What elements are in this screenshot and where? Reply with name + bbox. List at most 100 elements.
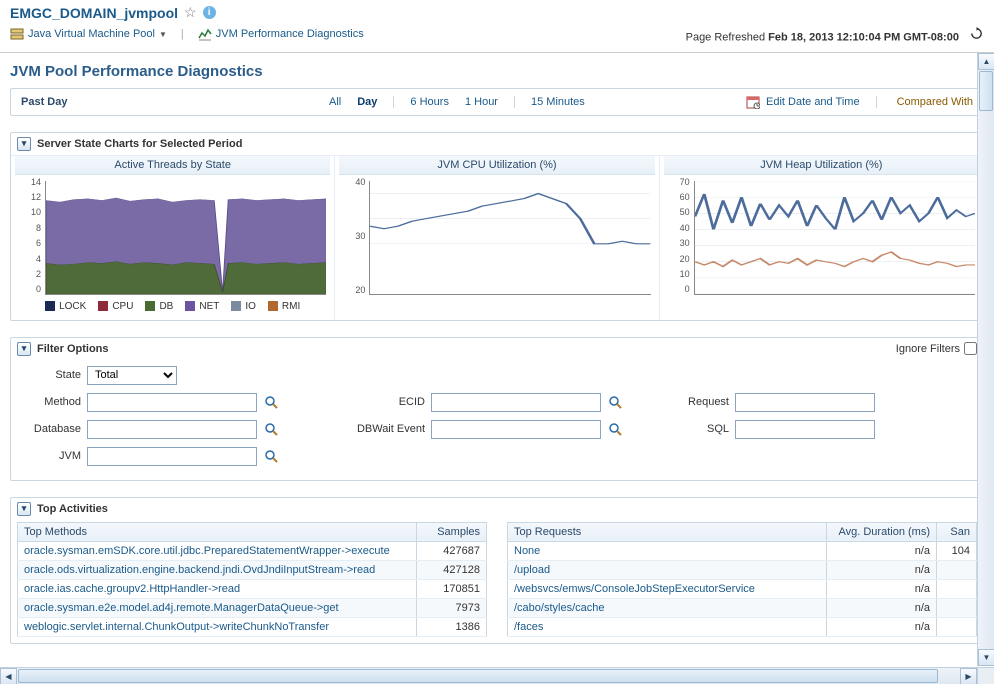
edit-date-time[interactable]: Edit Date and Time <box>766 96 860 108</box>
method-link[interactable]: weblogic.servlet.internal.ChunkOutput->w… <box>24 621 329 633</box>
state-label: State <box>21 369 81 381</box>
chart-active-threads: Active Threads by State 14121086420 LOCK… <box>11 156 335 320</box>
collapse-server-charts[interactable]: ▾ <box>17 137 31 151</box>
method-link[interactable]: oracle.sysman.e2e.model.ad4j.remote.Mana… <box>24 602 339 614</box>
server-charts-title: Server State Charts for Selected Period <box>37 138 242 150</box>
method-link[interactable]: oracle.ias.cache.groupv2.HttpHandler->re… <box>24 583 240 595</box>
search-icon[interactable] <box>263 421 279 437</box>
table-row[interactable]: oracle.sysman.emSDK.core.util.jdbc.Prepa… <box>18 541 487 560</box>
time-range-panel: Past Day All Day 6 Hours 1 Hour 15 Minut… <box>10 88 984 116</box>
scroll-down-button[interactable]: ▼ <box>978 649 994 666</box>
refresh-button[interactable] <box>968 25 984 41</box>
state-select[interactable]: Total <box>87 366 177 385</box>
table-row[interactable]: oracle.ods.virtualization.engine.backend… <box>18 560 487 579</box>
jvm-pool-menu[interactable]: Java Virtual Machine Pool ▼ <box>10 27 167 41</box>
request-link[interactable]: /faces <box>514 621 543 633</box>
chart-plot-area <box>369 181 650 295</box>
favorite-icon[interactable]: ☆ <box>184 4 197 21</box>
request-link[interactable]: /upload <box>514 564 550 576</box>
request-link[interactable]: /cabo/styles/cache <box>514 602 605 614</box>
sql-label: SQL <box>669 423 729 435</box>
method-input[interactable] <box>87 393 257 412</box>
request-input[interactable] <box>735 393 875 412</box>
chart-legend: LOCKCPUDBNETIORMI <box>15 295 330 314</box>
chart-plot-area <box>45 181 326 295</box>
search-icon[interactable] <box>607 421 623 437</box>
method-link[interactable]: oracle.sysman.emSDK.core.util.jdbc.Prepa… <box>24 545 390 557</box>
calendar-icon <box>746 95 760 109</box>
table-row[interactable]: weblogic.servlet.internal.ChunkOutput->w… <box>18 617 487 636</box>
scroll-left-button[interactable]: ◀ <box>0 668 17 684</box>
chart-icon <box>198 27 212 41</box>
info-icon[interactable]: i <box>203 6 216 19</box>
diagnostics-menu[interactable]: JVM Performance Diagnostics <box>198 27 364 41</box>
table-row[interactable]: Nonen/a104 <box>508 541 977 560</box>
search-icon[interactable] <box>263 394 279 410</box>
separator: | <box>177 28 188 40</box>
filter-options-panel: ▾ Filter Options Ignore Filters State To… <box>10 337 984 481</box>
top-requests-table: Top Requests Avg. Duration (ms) San None… <box>507 522 977 637</box>
time-15m[interactable]: 15 Minutes <box>523 96 593 108</box>
vertical-scroll-thumb[interactable] <box>979 71 993 111</box>
page-refresh-info: Page Refreshed Feb 18, 2013 12:10:04 PM … <box>686 25 984 44</box>
top-activities-panel: ▾ Top Activities Top Methods Samples ora… <box>10 497 984 644</box>
page-header: EMGC_DOMAIN_jvmpool ☆ i Java Virtual Mac… <box>0 0 994 52</box>
y-axis-ticks: 403020 <box>339 177 365 295</box>
top-activities-title: Top Activities <box>37 503 108 515</box>
col-top-methods[interactable]: Top Methods <box>18 522 417 541</box>
vertical-scrollbar[interactable]: ▲ ▼ <box>977 53 994 666</box>
target-title[interactable]: EMGC_DOMAIN_jvmpool <box>10 5 178 21</box>
filter-options-title: Filter Options <box>37 343 109 355</box>
y-axis-ticks: 14121086420 <box>15 177 41 295</box>
col-san[interactable]: San <box>937 522 977 541</box>
time-range-label: Past Day <box>21 96 121 108</box>
col-samples[interactable]: Samples <box>417 522 487 541</box>
dbwait-input[interactable] <box>431 420 601 439</box>
scroll-right-button[interactable]: ▶ <box>960 668 977 684</box>
server-state-charts-panel: ▾ Server State Charts for Selected Perio… <box>10 132 984 321</box>
compared-with[interactable]: Compared With <box>876 96 973 108</box>
time-1h[interactable]: 1 Hour <box>457 96 506 108</box>
ignore-filters-checkbox[interactable] <box>964 342 977 355</box>
jvm-label: JVM <box>21 450 81 462</box>
collapse-top-activities[interactable]: ▾ <box>17 502 31 516</box>
sql-input[interactable] <box>735 420 875 439</box>
search-icon[interactable] <box>263 448 279 464</box>
method-label: Method <box>21 396 81 408</box>
ecid-label: ECID <box>345 396 425 408</box>
time-6h[interactable]: 6 Hours <box>402 96 457 108</box>
jvm-pool-menu-label: Java Virtual Machine Pool <box>28 28 155 40</box>
y-axis-ticks: 706050403020100 <box>664 177 690 295</box>
page-title: JVM Pool Performance Diagnostics <box>10 63 984 80</box>
table-row[interactable]: oracle.sysman.e2e.model.ad4j.remote.Mana… <box>18 598 487 617</box>
request-link[interactable]: /websvcs/emws/ConsoleJobStepExecutorServ… <box>514 583 755 595</box>
table-row[interactable]: oracle.ias.cache.groupv2.HttpHandler->re… <box>18 579 487 598</box>
table-row[interactable]: /websvcs/emws/ConsoleJobStepExecutorServ… <box>508 579 977 598</box>
scroll-corner <box>977 667 994 684</box>
chevron-down-icon: ▼ <box>159 30 167 39</box>
top-methods-table: Top Methods Samples oracle.sysman.emSDK.… <box>17 522 487 637</box>
ecid-input[interactable] <box>431 393 601 412</box>
search-icon[interactable] <box>607 394 623 410</box>
table-row[interactable]: /facesn/a <box>508 617 977 636</box>
request-link[interactable]: None <box>514 545 540 557</box>
scroll-up-button[interactable]: ▲ <box>978 53 994 70</box>
main-scroll-area: JVM Pool Performance Diagnostics Past Da… <box>0 52 994 684</box>
collapse-filter-options[interactable]: ▾ <box>17 342 31 356</box>
horizontal-scrollbar[interactable]: ◀ ▶ <box>0 667 977 684</box>
time-all[interactable]: All <box>321 96 349 108</box>
jvm-input[interactable] <box>87 447 257 466</box>
time-day[interactable]: Day <box>349 96 385 108</box>
method-link[interactable]: oracle.ods.virtualization.engine.backend… <box>24 564 375 576</box>
database-input[interactable] <box>87 420 257 439</box>
database-label: Database <box>21 423 81 435</box>
horizontal-scroll-thumb[interactable] <box>18 669 938 683</box>
ignore-filters[interactable]: Ignore Filters <box>896 342 977 355</box>
col-top-requests[interactable]: Top Requests <box>508 522 827 541</box>
col-avg-duration[interactable]: Avg. Duration (ms) <box>827 522 937 541</box>
table-row[interactable]: /uploadn/a <box>508 560 977 579</box>
request-label: Request <box>669 396 729 408</box>
chart-heap-utilization: JVM Heap Utilization (%) 706050403020100 <box>660 156 983 320</box>
table-row[interactable]: /cabo/styles/cachen/a <box>508 598 977 617</box>
chart-plot-area <box>694 181 975 295</box>
